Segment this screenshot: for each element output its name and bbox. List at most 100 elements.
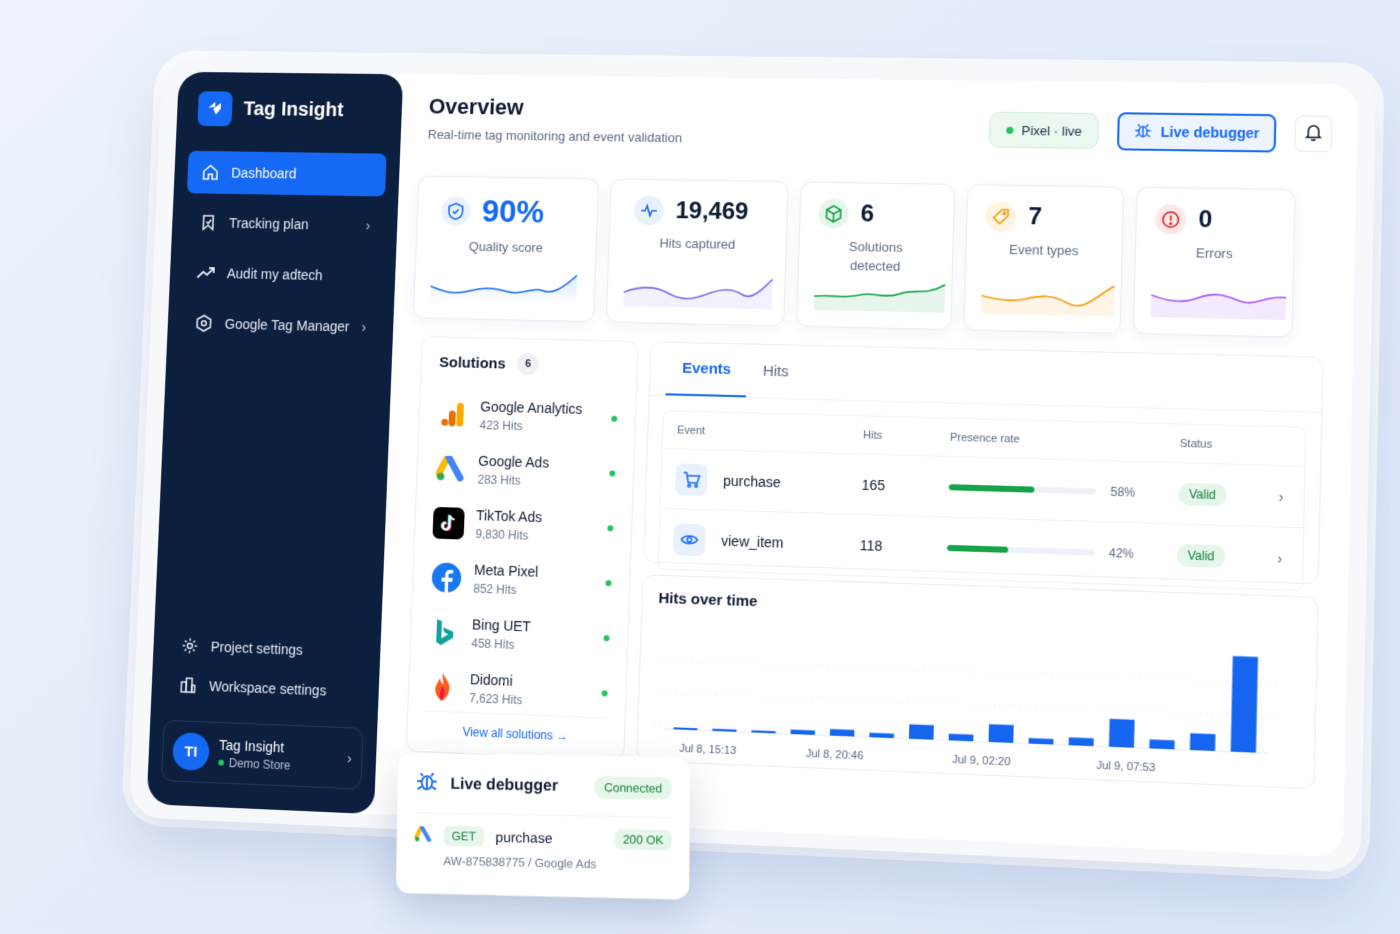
chart-bar (1068, 737, 1094, 747)
sidebar-item-label: Workspace settings (208, 678, 327, 699)
chevron-right-icon[interactable]: › (1277, 550, 1307, 567)
stat-value: 7 (1027, 203, 1043, 231)
http-method-badge: GET (443, 825, 484, 847)
status-badge: Valid (1178, 482, 1227, 506)
column-header-event: Event (676, 423, 706, 437)
bug-icon (415, 769, 439, 798)
bookmark-icon (198, 213, 218, 233)
stat-card-hits[interactable]: 19,469 Hits captured (605, 178, 789, 327)
solution-item-google-analytics[interactable]: Google Analytics 423 Hits (436, 387, 618, 446)
status-dot-icon (609, 469, 616, 477)
sparkline-hits (623, 272, 773, 310)
online-dot-icon (218, 759, 225, 766)
solution-item-bing-uet[interactable]: Bing UET 458 Hits (428, 604, 611, 665)
gridline (656, 660, 1279, 683)
tab-events[interactable]: Events (665, 342, 748, 398)
google-ads-icon (435, 452, 467, 485)
event-name: view_item (720, 532, 784, 551)
solution-hits: 458 Hits (471, 635, 515, 652)
tag-icon (985, 201, 1017, 232)
chart-bar (1108, 718, 1135, 748)
status-badge: Valid (1176, 543, 1226, 568)
stat-value: 0 (1198, 205, 1213, 234)
solutions-panel: Solutions 6 Google Analytics 423 Hits Goo… (405, 336, 639, 761)
trend-icon (196, 263, 216, 283)
sidebar-item-gtm[interactable]: Google Tag Manager › (180, 301, 380, 348)
presence-bar (946, 544, 1095, 556)
live-debugger-label: Live debugger (1160, 123, 1260, 142)
user-card[interactable]: TI Tag Insight Demo Store › (160, 719, 364, 790)
column-header-status: Status (1179, 437, 1213, 451)
debug-event-row[interactable]: GET purchase 200 OK (414, 825, 672, 851)
live-debugger-button[interactable]: Live debugger (1117, 112, 1277, 153)
solution-name: Google Analytics (480, 398, 583, 417)
solution-item-google-ads[interactable]: Google Ads 283 Hits (434, 441, 616, 501)
solution-name: Google Ads (478, 452, 550, 471)
google-ads-icon (414, 826, 432, 845)
sidebar-item-label: Audit my adtech (226, 265, 323, 284)
presence-bar-fill (946, 544, 1009, 553)
status-dot-icon (605, 579, 612, 586)
facebook-icon (430, 561, 462, 594)
chevron-right-icon: › (346, 750, 353, 767)
sparkline-solutions (813, 276, 946, 313)
tab-hits[interactable]: Hits (746, 344, 805, 398)
stat-card-errors[interactable]: 0 Errors (1132, 186, 1296, 338)
sidebar: Tag Insight Dashboard Tracking plan › Au… (146, 71, 404, 815)
stat-label: Errors (1195, 245, 1233, 262)
bing-icon (428, 615, 460, 648)
presence-percent: 58% (1110, 484, 1136, 500)
stat-label: Event types (1008, 241, 1079, 259)
solutions-count-badge: 6 (516, 353, 540, 376)
presence-percent: 42% (1108, 545, 1134, 561)
bug-icon (1134, 121, 1153, 142)
status-dot-icon (603, 634, 610, 641)
stat-value: 90% (481, 193, 545, 230)
chart-bar (1028, 737, 1054, 745)
brand-name: Tag Insight (243, 98, 344, 121)
pixel-status-text: Pixel · live (1021, 122, 1083, 139)
events-panel: Events Hits Event Hits Presence rate Sta… (642, 341, 1324, 592)
sparkline-errors (1150, 283, 1287, 321)
stat-cards: 90% Quality score 19,469 Hits captured 6… (412, 175, 1296, 338)
sidebar-item-audit[interactable]: Audit my adtech (182, 251, 382, 298)
hits-chart: Jul 8, 15:13 Jul 8, 20:46 Jul 9, 02:20 J… (653, 656, 1302, 774)
solution-hits: 852 Hits (473, 581, 517, 597)
stat-card-event-types[interactable]: 7 Event types (963, 184, 1125, 334)
sidebar-item-dashboard[interactable]: Dashboard (186, 150, 387, 197)
gtm-icon (194, 313, 214, 333)
solution-item-tiktok-ads[interactable]: TikTok Ads 9,830 Hits (432, 495, 614, 555)
column-header-hits: Hits (862, 428, 883, 442)
stat-card-solutions[interactable]: 6 Solutions detected (796, 181, 956, 331)
tiktok-icon (432, 506, 465, 540)
avatar: TI (171, 732, 210, 772)
sidebar-item-workspace-settings[interactable]: Workspace settings (164, 665, 366, 712)
separator: / (528, 855, 532, 870)
chevron-right-icon[interactable]: › (1278, 488, 1308, 505)
store-name: Demo Store (228, 755, 291, 773)
chart-bar (908, 724, 934, 740)
bell-icon (1305, 122, 1322, 145)
chart-bar (988, 724, 1014, 743)
chart-bar (948, 733, 974, 742)
gridline (655, 692, 1279, 716)
x-tick-label: Jul 9, 07:53 (1096, 759, 1155, 774)
x-tick-label: Jul 8, 20:46 (806, 748, 864, 763)
debugger-title: Live debugger (450, 775, 559, 795)
app-window: Tag Insight Dashboard Tracking plan › Au… (146, 71, 1359, 858)
account-id: AW-875838775 (443, 853, 525, 870)
stat-card-quality[interactable]: 90% Quality score (412, 175, 600, 323)
chevron-right-icon: › (365, 217, 371, 234)
sparkline-event-types (980, 279, 1115, 317)
notifications-button[interactable] (1294, 115, 1333, 153)
presence-bar-fill (948, 483, 1034, 493)
x-tick-label: Jul 8, 15:13 (679, 742, 736, 757)
debug-event-name: purchase (495, 828, 553, 847)
solution-name: TikTok Ads (475, 506, 543, 525)
solution-item-meta-pixel[interactable]: Meta Pixel 852 Hits (430, 549, 613, 610)
sidebar-item-label: Project settings (210, 638, 303, 658)
solution-hits: 283 Hits (477, 472, 521, 488)
response-code-badge: 200 OK (614, 829, 672, 851)
live-dot-icon (1006, 126, 1014, 134)
sidebar-item-tracking-plan[interactable]: Tracking plan › (185, 201, 385, 247)
